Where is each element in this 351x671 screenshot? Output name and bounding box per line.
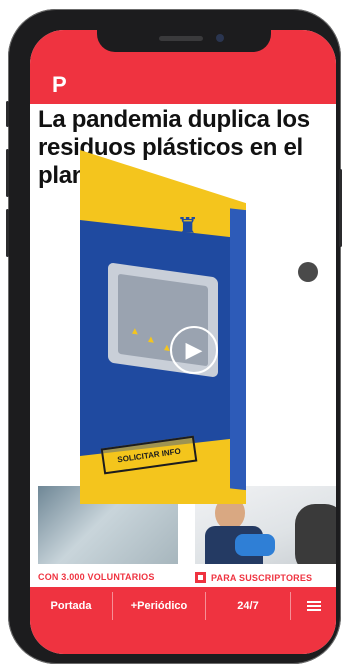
card-tag-volunteers[interactable]: CON 3.000 VOLUNTARIOS (38, 572, 155, 582)
phone-mute-switch (6, 101, 9, 127)
card-tag-subscribers[interactable]: PARA SUSCRIPTORES (195, 572, 312, 583)
speaker-grille (159, 36, 203, 41)
bottom-nav: Portada +Periódico 24/7 (30, 587, 336, 654)
card-tag-subscribers-label: PARA SUSCRIPTORES (211, 572, 313, 583)
phone-volume-up (6, 149, 9, 197)
front-camera (216, 34, 224, 42)
nav-portada[interactable]: Portada (30, 587, 112, 625)
notch (97, 30, 271, 52)
phone-screen: P La pandemia duplica los residuos plást… (30, 30, 336, 654)
warning-icon: ▲ (130, 325, 140, 338)
warning-icon: ▲ (146, 333, 156, 347)
phone-volume-down (6, 209, 9, 257)
play-icon[interactable]: ▶ (170, 326, 218, 374)
ad-side-stripe (230, 208, 246, 492)
carousel-dot[interactable] (298, 262, 318, 282)
adult-figure (295, 504, 336, 564)
nav-mas-periodico[interactable]: +Periódico (113, 587, 205, 625)
post-horn-icon: ♜ (176, 212, 200, 242)
subscriber-icon (195, 572, 206, 583)
menu-button[interactable] (291, 587, 336, 625)
nav-24-7[interactable]: 24/7 (206, 587, 290, 625)
phone-power-button (339, 169, 342, 247)
hamburger-menu-icon (306, 601, 321, 611)
site-logo[interactable]: P (52, 74, 70, 96)
blue-glove (235, 534, 275, 556)
